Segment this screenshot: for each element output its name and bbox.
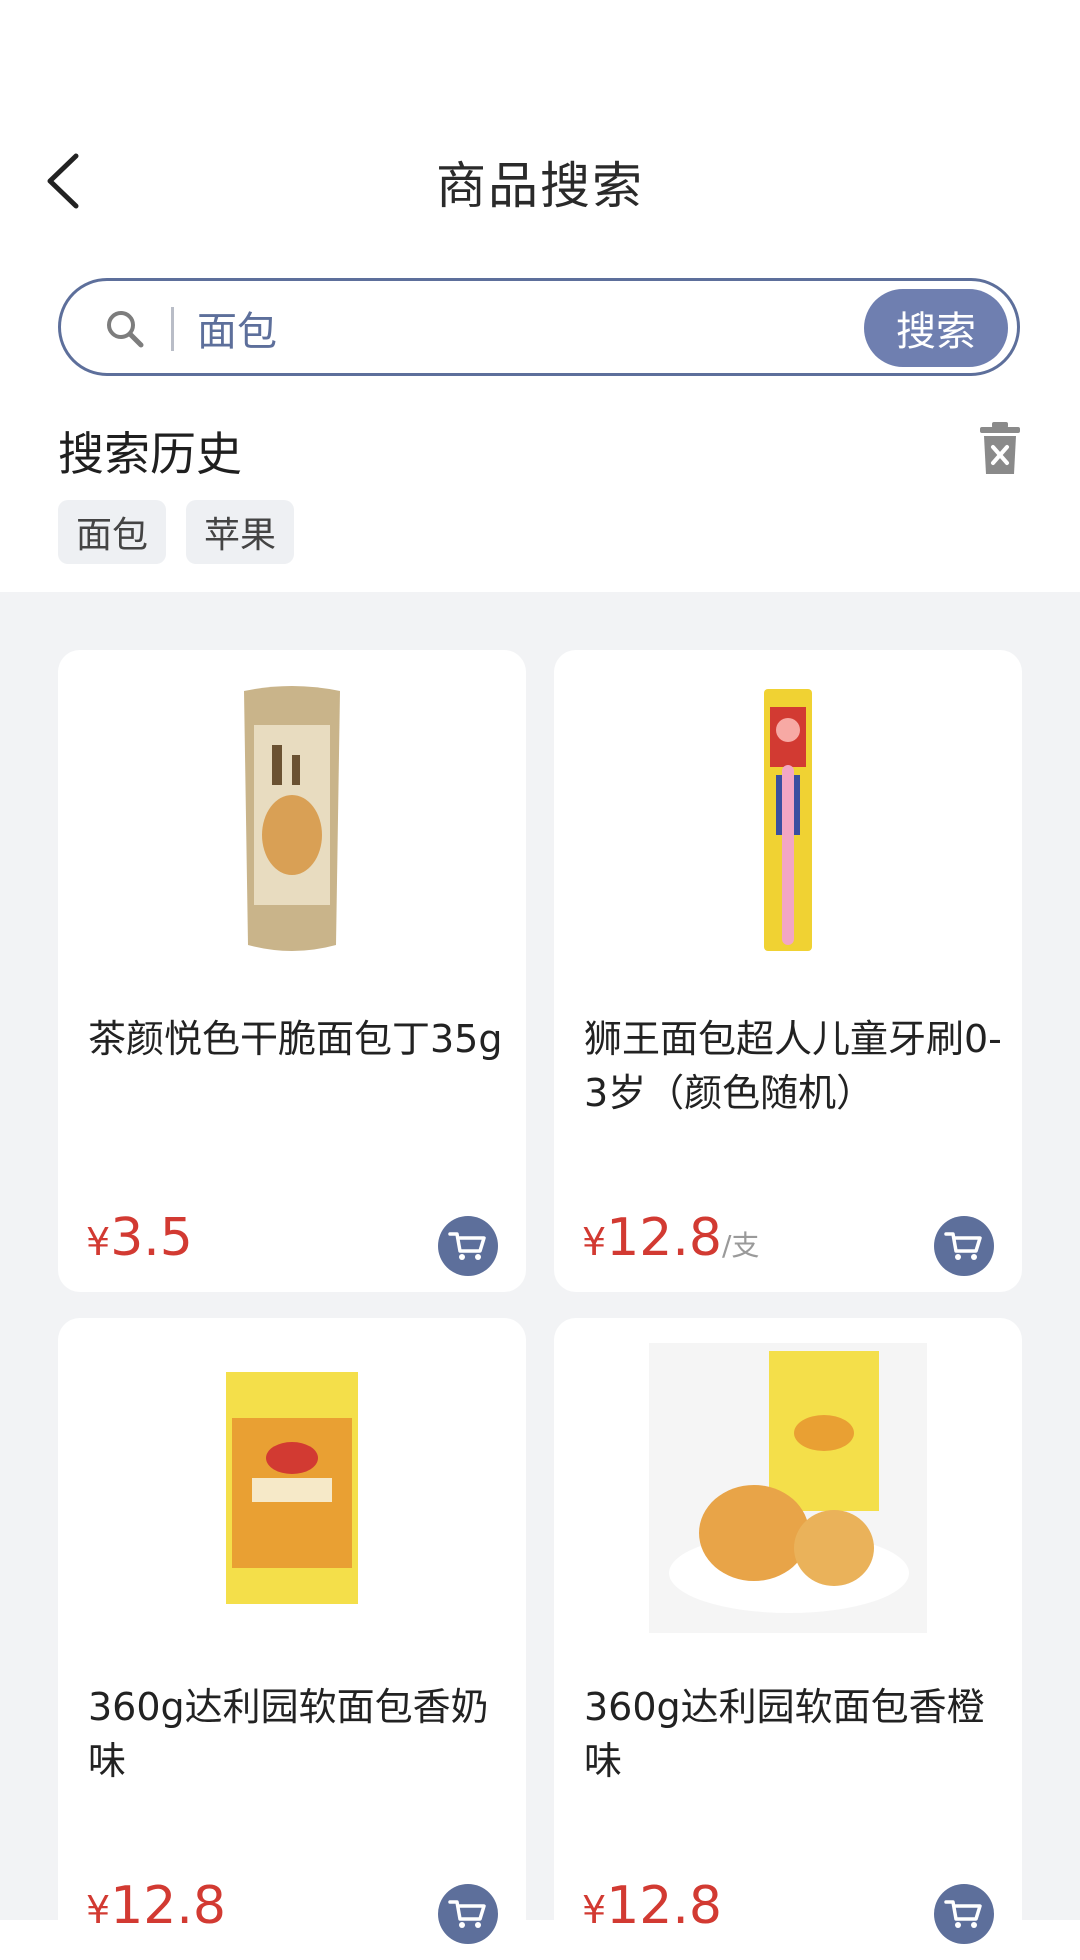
search-button[interactable]: 搜索 <box>864 289 1008 367</box>
product-price: ¥3.5 <box>86 1208 193 1268</box>
search-separator <box>171 307 174 351</box>
add-to-cart-button[interactable] <box>934 1884 994 1944</box>
product-image <box>58 670 526 970</box>
cart-icon <box>448 1232 486 1260</box>
search-input[interactable] <box>195 297 799 359</box>
product-name: 茶颜悦色干脆面包丁35g <box>88 1017 503 1061</box>
product-name: 360g达利园软面包香橙味 <box>584 1685 985 1783</box>
search-icon <box>107 311 144 348</box>
history-tag[interactable]: 苹果 <box>186 500 295 564</box>
product-image <box>554 1338 1022 1638</box>
trash-icon[interactable] <box>978 420 1022 476</box>
search-history-title: 搜索历史 <box>58 427 242 481</box>
product-name: 狮王面包超人儿童牙刷0-3岁（颜色随机） <box>584 1017 1002 1115</box>
product-price: ¥12.8/支 <box>582 1208 760 1268</box>
product-grid: 茶颜悦色干脆面包丁35g ¥3.5 狮王面包超人儿童牙刷0-3岁（颜色随机） ¥… <box>0 592 1080 1960</box>
add-to-cart-button[interactable] <box>438 1216 498 1276</box>
product-image <box>58 1338 526 1638</box>
product-price: ¥12.8 <box>86 1876 226 1936</box>
product-card[interactable]: 360g达利园软面包香奶味 ¥12.8 <box>58 1318 526 1960</box>
add-to-cart-button[interactable] <box>438 1884 498 1944</box>
product-card[interactable]: 360g达利园软面包香橙味 ¥12.8 <box>554 1318 1022 1960</box>
cart-icon <box>448 1900 486 1928</box>
cart-icon <box>944 1900 982 1928</box>
search-bar: 搜索 <box>58 278 1020 376</box>
product-card[interactable]: 茶颜悦色干脆面包丁35g ¥3.5 <box>58 650 526 1292</box>
history-tag[interactable]: 面包 <box>58 500 167 564</box>
cart-icon <box>944 1232 982 1260</box>
header: 商品搜索 搜索 搜索历史 面包 苹果 <box>0 0 1080 590</box>
product-name: 360g达利园软面包香奶味 <box>88 1685 489 1783</box>
page-title: 商品搜索 <box>436 157 644 215</box>
product-card[interactable]: 狮王面包超人儿童牙刷0-3岁（颜色随机） ¥12.8/支 <box>554 650 1022 1292</box>
product-price: ¥12.8 <box>582 1876 722 1936</box>
product-image <box>554 670 1022 970</box>
add-to-cart-button[interactable] <box>934 1216 994 1276</box>
